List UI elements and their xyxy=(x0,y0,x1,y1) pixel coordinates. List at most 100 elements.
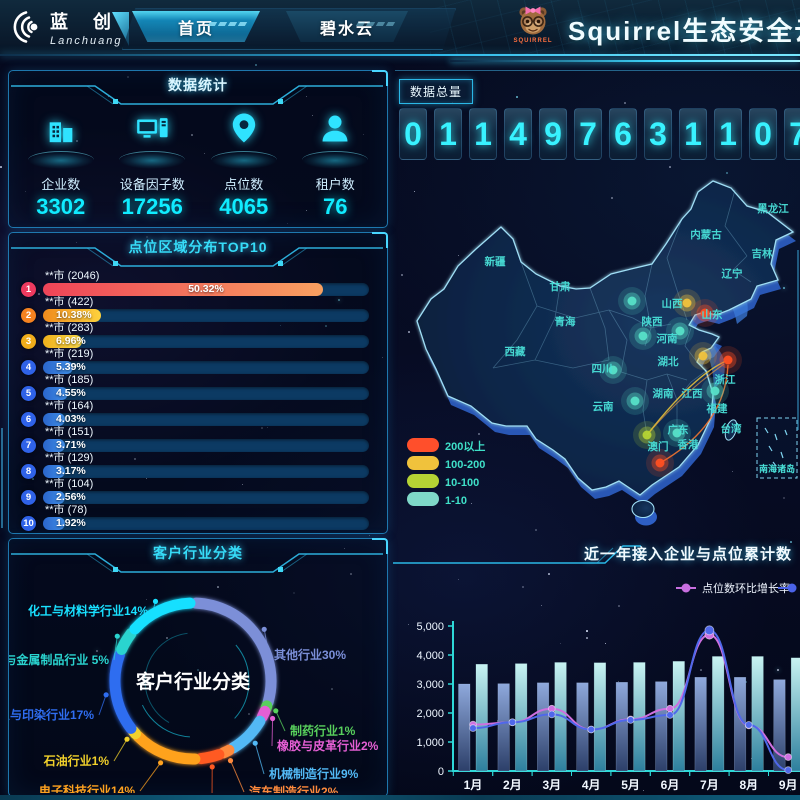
bar-blue xyxy=(498,684,510,771)
donut-segment-label: 纺织与印染行业17% xyxy=(9,707,94,722)
rank-badge: 9 xyxy=(21,490,36,505)
bar-cyan xyxy=(752,657,764,772)
bar-percent-label: 1.92% xyxy=(56,517,86,530)
location-pin-icon xyxy=(227,111,261,145)
top10-row-label: **市 (219) xyxy=(45,348,369,361)
left-edge-decor xyxy=(1,428,3,528)
top10-bar-line: 64.03% xyxy=(21,413,369,426)
top10-row-label: **市 (2046) xyxy=(45,270,369,283)
donut-segment xyxy=(201,755,219,759)
panel-industry-donut: 客户行业分类 其他行业30%制药行业1%橡胶与皮革行业2%机械制造行业9%汽车制… xyxy=(8,538,388,797)
tab-corner-dashes xyxy=(354,13,394,31)
growth-line-blue-point xyxy=(785,767,792,774)
mascot-caption: SQUIRREL xyxy=(505,38,561,44)
legend-dot[interactable] xyxy=(682,584,691,593)
panel-data-statistics: 数据统计 企业数3302设备因子数17256点位数4065租户数76 xyxy=(8,70,388,228)
counter-digit: 0 xyxy=(399,108,427,160)
donut-segment xyxy=(262,711,265,717)
bar-blue xyxy=(695,677,707,771)
rank-badge: 1 xyxy=(21,282,36,297)
right-edge-decor xyxy=(797,250,799,430)
map-legend-swatch[interactable] xyxy=(407,438,439,452)
star xyxy=(516,96,518,98)
province-label: 香港 xyxy=(677,438,699,451)
counter-digit: 7 xyxy=(574,108,602,160)
top10-bar-line: 10 1.92% xyxy=(21,517,369,530)
donut-connector-dot xyxy=(270,716,275,721)
device-icon xyxy=(135,111,169,145)
bar-percent-label: 10.38% xyxy=(56,309,92,322)
user-icon xyxy=(318,111,352,145)
map-legend-swatch[interactable] xyxy=(407,474,439,488)
map-legend-swatch[interactable] xyxy=(407,492,439,506)
growth-line-blue-point xyxy=(548,711,555,718)
growth-line-blue-point xyxy=(705,626,714,635)
province-label: 湖北 xyxy=(658,355,679,368)
y-tick-label: 4,000 xyxy=(416,650,444,662)
counter-digit: 3 xyxy=(644,108,672,160)
bar-track: 4.03% xyxy=(43,413,369,426)
industry-donut-chart: 其他行业30%制药行业1%橡胶与皮革行业2%机械制造行业9%汽车制造行业2%涂层… xyxy=(9,573,385,793)
bar-percent-label: 3.17% xyxy=(56,465,86,478)
y-tick-label: 5,000 xyxy=(416,621,444,633)
counter-digit: 1 xyxy=(469,108,497,160)
bar-percent-label: 4.03% xyxy=(56,413,86,426)
top10-row-label: **市 (151) xyxy=(45,426,369,439)
province-label: 陕西 xyxy=(642,315,663,328)
header-bar: 蓝 创 Lanchuang 首页 碧水云 SQUIRREL Squirrel生态… xyxy=(0,0,800,56)
top10-row: **市 (422)210.38% xyxy=(21,296,369,322)
top10-row-label: **市 (78) xyxy=(45,504,369,517)
bar-cyan xyxy=(673,661,685,771)
bar-track: 2.56% xyxy=(43,491,369,504)
bar-track: 3.71% xyxy=(43,439,369,452)
panel-title: 点位区域分布TOP10 xyxy=(9,233,387,257)
china-map: 黑龙江内蒙古吉林辽宁新疆甘肃山西山东青海陕西河南西藏湖北四川浙江湖南江西云南福建… xyxy=(395,168,800,533)
province-label: 吉林 xyxy=(752,247,773,260)
donut-label-connector xyxy=(276,711,285,731)
bottom-baseline-decor xyxy=(0,795,800,800)
logo-text: 蓝 创 Lanchuang xyxy=(50,8,122,47)
bar-percent-label: 3.71% xyxy=(56,439,86,452)
map-legend-label: 200以上 xyxy=(445,439,485,453)
bar-cyan xyxy=(791,658,800,771)
heat-bubble-core xyxy=(643,431,652,440)
star xyxy=(624,102,626,104)
data-total-counter: 011497631107 xyxy=(399,108,800,160)
x-tick-label: 5月 xyxy=(621,778,640,792)
dashboard-root: 蓝 创 Lanchuang 首页 碧水云 SQUIRREL Squirrel生态… xyxy=(0,0,800,800)
bar-track: 6.96% xyxy=(43,335,369,348)
stat-item: 点位数4065 xyxy=(200,109,288,220)
panel-title: 客户行业分类 xyxy=(9,539,387,563)
panel-header: 数据统计 xyxy=(9,71,387,105)
map-legend-swatch[interactable] xyxy=(407,456,439,470)
x-tick-label: 8月 xyxy=(739,778,758,792)
stat-pedestal xyxy=(28,151,94,169)
stat-pedestal xyxy=(119,151,185,169)
y-tick-label: 2,000 xyxy=(416,708,444,720)
growth-line-pink-point xyxy=(667,705,674,712)
top10-bar-list: **市 (2046)150.32%**市 (422)210.38%**市 (28… xyxy=(9,267,387,530)
x-tick-label: 4月 xyxy=(582,778,601,792)
tab-home[interactable]: 首页 xyxy=(132,11,260,42)
heat-bubble-core xyxy=(628,297,637,306)
stat-label: 设备因子数 xyxy=(108,174,196,193)
panel-top10-regions: 点位区域分布TOP10 **市 (2046)150.32%**市 (422)21… xyxy=(8,232,388,534)
bar-percent-label: 6.96% xyxy=(56,335,86,348)
donut-label-connector xyxy=(255,743,264,774)
donut-center-label: 客户行业分类 xyxy=(136,670,250,693)
counter-digit: 0 xyxy=(749,108,777,160)
panel-title: 数据统计 xyxy=(9,71,387,95)
donut-segment-label: 石油行业1% xyxy=(43,753,110,768)
rank-badge: 10 xyxy=(21,516,36,531)
top10-bar-line: 36.96% xyxy=(21,335,369,348)
province-label: 西藏 xyxy=(505,345,526,358)
bar-cyan xyxy=(515,664,527,771)
legend-dot-2[interactable] xyxy=(788,584,797,593)
province-label: 四川 xyxy=(592,363,613,375)
x-tick-label: 7月 xyxy=(700,778,719,792)
tab-bishuiyun[interactable]: 碧水云 xyxy=(286,11,408,42)
top10-row: **市 (78) 10 1.92% xyxy=(21,504,369,530)
donut-connector-dot xyxy=(115,634,120,639)
rank-badge: 8 xyxy=(21,464,36,479)
counter-digit: 9 xyxy=(539,108,567,160)
